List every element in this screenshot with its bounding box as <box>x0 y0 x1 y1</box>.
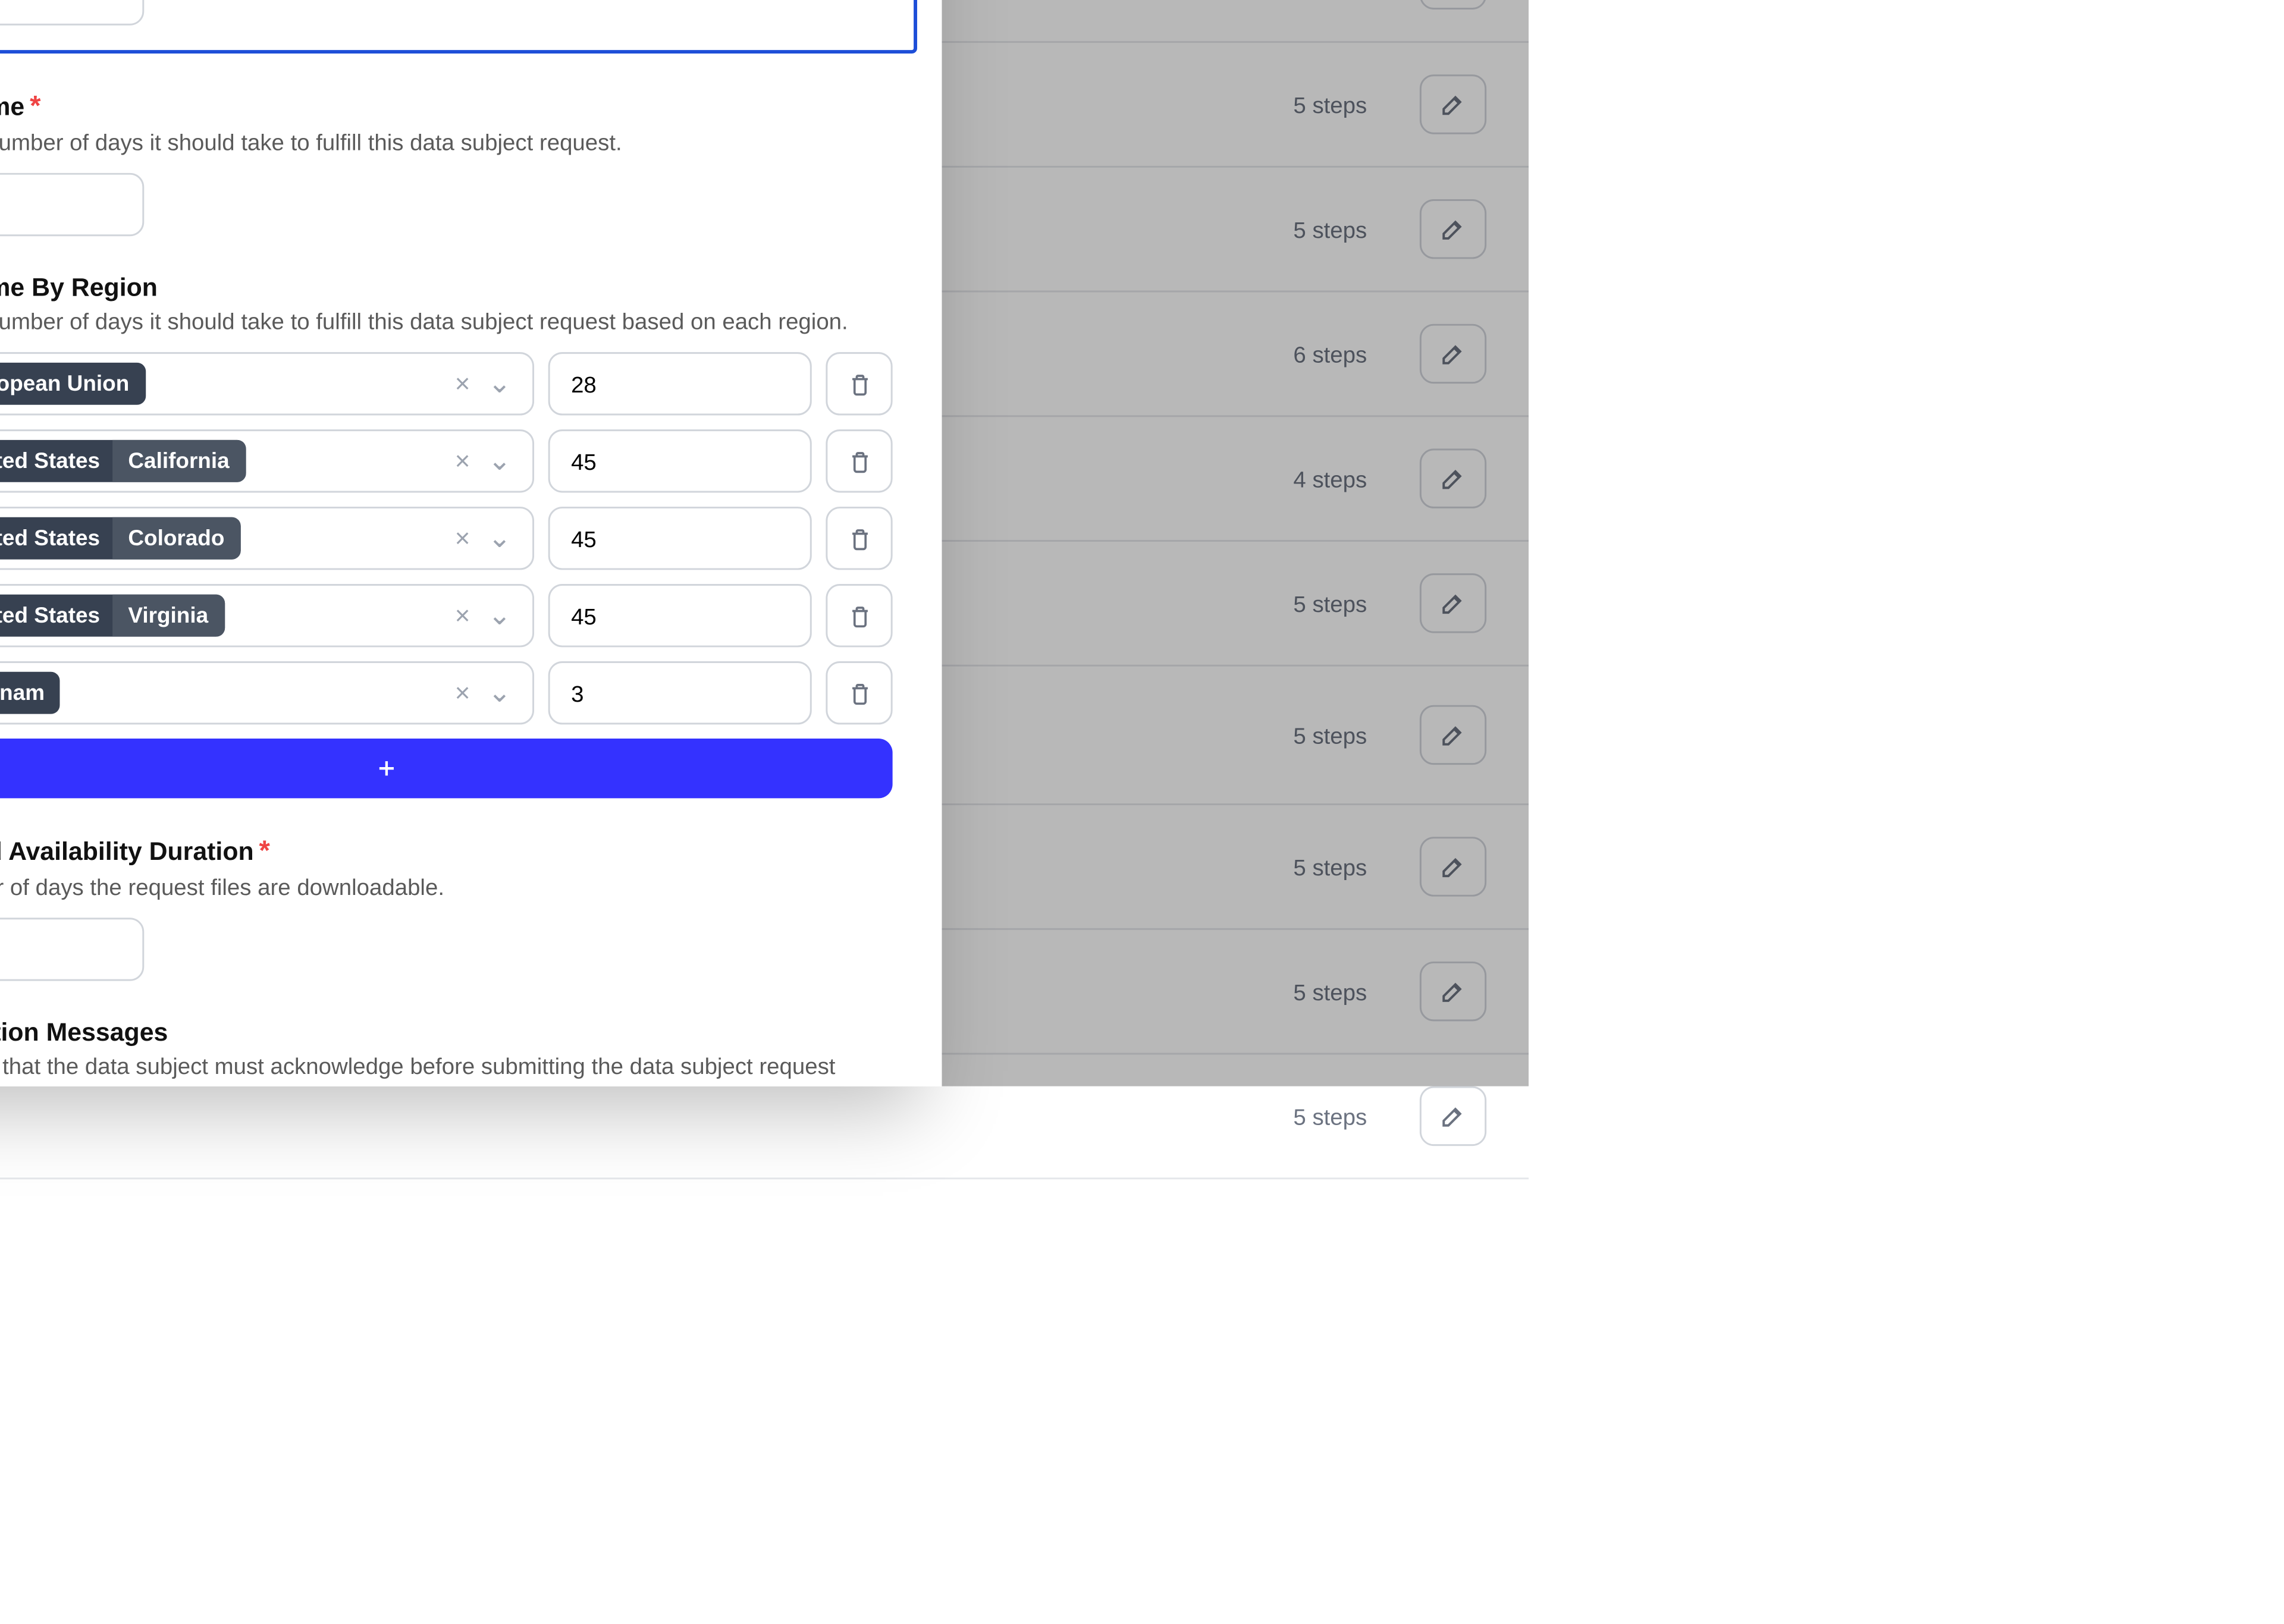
region-days-input[interactable] <box>571 370 789 397</box>
action-steps: 5 steps <box>1293 1103 1367 1129</box>
plus-icon <box>374 756 399 780</box>
chevron-down-icon: ⌄ <box>488 598 512 633</box>
clear-icon[interactable]: × <box>455 523 470 553</box>
expiry-region-help: Maximum number of days it should take to… <box>0 308 893 334</box>
delete-region-button[interactable] <box>826 507 892 570</box>
chevron-down-icon: ⌄ <box>488 521 512 556</box>
region-select[interactable]: United States California × ⌄ <box>0 429 534 492</box>
add-region-button[interactable] <box>0 739 893 798</box>
region-days-input[interactable] <box>571 602 789 629</box>
download-avail-input-wrapper[interactable] <box>0 918 144 981</box>
delete-region-button[interactable] <box>826 584 892 647</box>
edit-action-button[interactable] <box>1420 1086 1486 1146</box>
confirm-help: Statements that the data subject must ac… <box>0 1053 893 1079</box>
download-avail-label: Download Availability Duration <box>0 838 254 866</box>
chevron-down-icon: ⌄ <box>488 444 512 479</box>
download-avail-help: The number of days the request files are… <box>0 874 893 900</box>
region-row: United States Virginia × ⌄ <box>0 584 893 647</box>
expiry-input[interactable] <box>0 191 121 218</box>
delete-region-button[interactable] <box>826 352 892 415</box>
delete-region-button[interactable] <box>826 429 892 492</box>
clear-icon[interactable]: × <box>455 601 470 630</box>
waiting-input[interactable] <box>0 0 121 7</box>
clear-icon[interactable]: × <box>455 446 470 476</box>
expiry-region-label: Expiry Time By Region <box>0 275 893 303</box>
region-pill: United States Virginia <box>0 595 224 637</box>
region-pill: European Union <box>0 363 145 405</box>
expiry-label: Expiry Time <box>0 94 24 122</box>
region-days-input-wrapper[interactable] <box>548 352 812 415</box>
region-days-input-wrapper[interactable] <box>548 507 812 570</box>
region-days-input[interactable] <box>571 680 789 706</box>
region-select[interactable]: United States Virginia × ⌄ <box>0 584 534 647</box>
subregion-pill: Virginia <box>112 595 224 637</box>
region-row: United States Colorado × ⌄ <box>0 507 893 570</box>
region-select[interactable]: United States Colorado × ⌄ <box>0 507 534 570</box>
download-avail-input[interactable] <box>0 936 121 962</box>
delete-region-button[interactable] <box>826 661 892 724</box>
region-row: United States California × ⌄ <box>0 429 893 492</box>
region-row: European Union × ⌄ <box>0 352 893 415</box>
action-desc: Opt back into automated decisi <box>0 1120 1262 1146</box>
region-days-input[interactable] <box>571 448 789 474</box>
region-select[interactable]: European Union × ⌄ <box>0 352 534 415</box>
waiting-input-wrapper[interactable] <box>0 0 144 26</box>
chevron-down-icon: ⌄ <box>488 675 512 710</box>
clear-icon[interactable]: × <box>455 678 470 708</box>
region-days-input[interactable] <box>571 525 789 551</box>
clear-icon[interactable]: × <box>455 369 470 398</box>
region-pill: United States Colorado <box>0 517 240 560</box>
region-row: Vietnam × ⌄ <box>0 661 893 724</box>
region-pill: Vietnam <box>0 672 61 714</box>
expiry-help: Maximum number of days it should take to… <box>0 129 893 155</box>
region-days-input-wrapper[interactable] <box>548 429 812 492</box>
subregion-pill: California <box>112 440 245 482</box>
region-days-input-wrapper[interactable] <box>548 661 812 724</box>
region-select[interactable]: Vietnam × ⌄ <box>0 661 534 724</box>
chevron-down-icon: ⌄ <box>488 366 512 401</box>
subregion-pill: Colorado <box>112 517 240 560</box>
settings-modal: Not Found Report Choose the default temp… <box>0 0 942 1086</box>
confirm-label: Confirmation Messages <box>0 1019 893 1047</box>
region-days-input-wrapper[interactable] <box>548 584 812 647</box>
region-pill: United States California <box>0 440 245 482</box>
expiry-input-wrapper[interactable] <box>0 173 144 236</box>
